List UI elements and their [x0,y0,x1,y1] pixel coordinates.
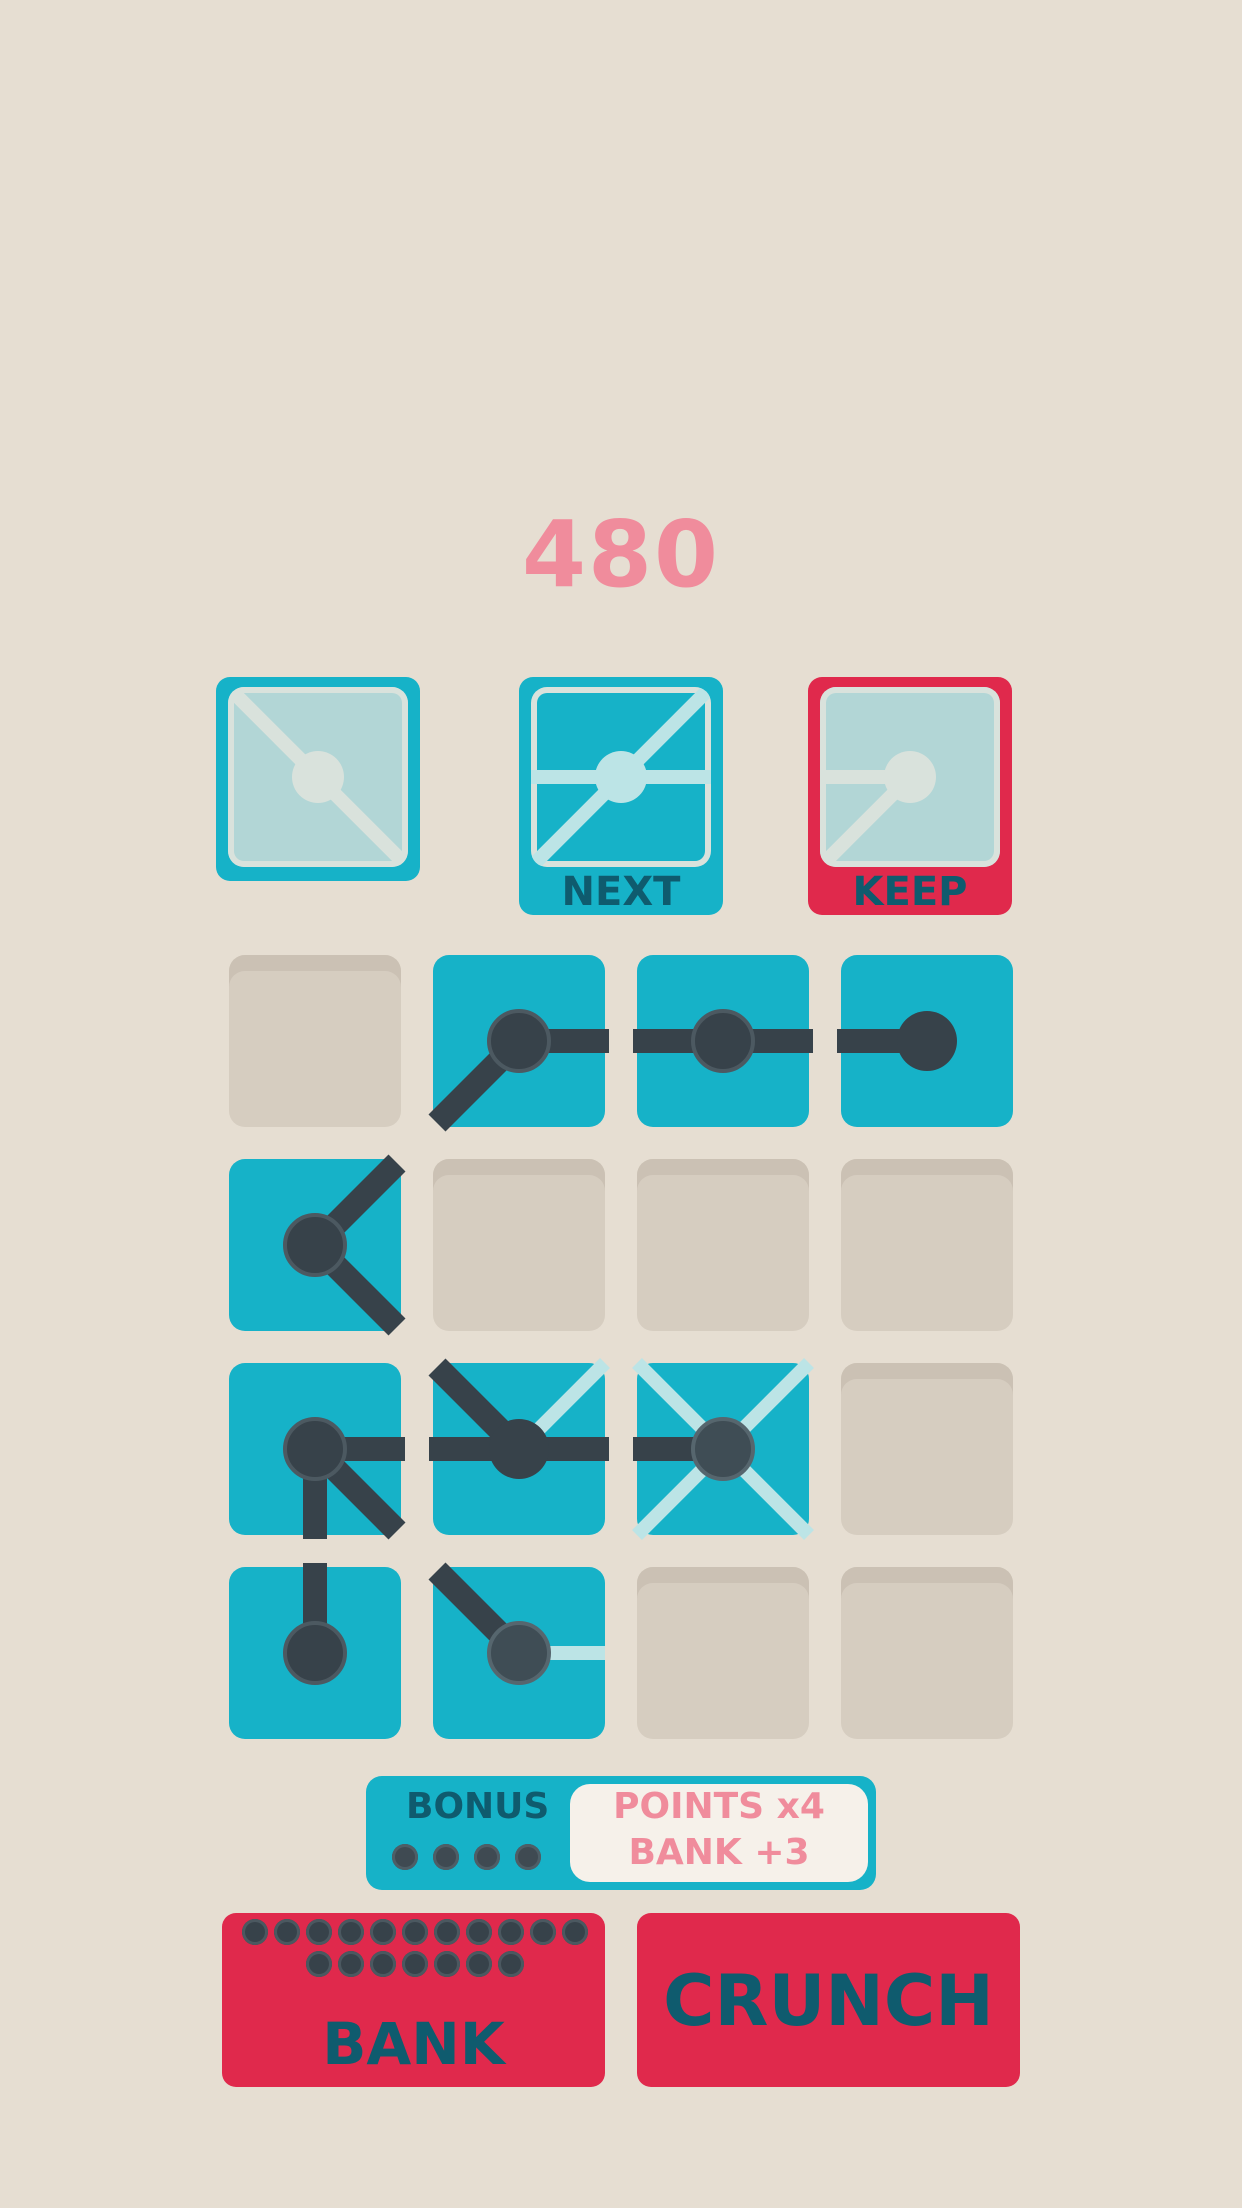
connector-icon [428,1009,609,1132]
connector-icon [837,1011,957,1071]
crunch-button[interactable]: CRUNCH [637,1913,1020,2087]
bank-dot [434,1951,460,1977]
grid-cell-2-0[interactable] [229,1363,406,1540]
bank-label: BANK [322,2010,505,2078]
grid-cell-1-3[interactable] [841,1159,1013,1331]
score-display: 480 [521,501,721,608]
grid-cell-2-1[interactable] [428,1358,610,1535]
grid-cell-0-1[interactable] [428,955,609,1132]
grid-cell-1-2[interactable] [637,1159,809,1331]
bonus-dot [433,1844,459,1870]
bank-dot [274,1919,300,1945]
keep-label: KEEP [852,869,968,915]
bonus-dot [515,1844,541,1870]
connector-icon [428,1562,605,1685]
bank-dot [498,1919,524,1945]
grid-cell-1-1[interactable] [433,1159,605,1331]
bank-dot [498,1951,524,1977]
bank-dot [562,1919,588,1945]
connector-icon [283,1563,347,1685]
bank-dot [242,1919,268,1945]
bonus-panel: BONUS POINTS x4 BANK +3 [366,1776,876,1890]
grid-cell-3-0[interactable] [229,1563,401,1739]
piece-pattern-icon [228,687,408,867]
keep-piece-card [820,687,1000,867]
bank-dot [338,1919,364,1945]
grid-cell-3-1[interactable] [428,1562,605,1739]
next-piece-card [531,687,711,867]
next-label: NEXT [561,869,681,915]
bank-dot [402,1919,428,1945]
bonus-dot [392,1844,418,1870]
bank-dot [370,1919,396,1945]
bank-dot [434,1919,460,1945]
piece-pattern-icon [820,751,936,867]
bonus-dot [474,1844,500,1870]
grid-cell-3-3[interactable] [841,1567,1013,1739]
bank-button[interactable]: BANK [222,1913,605,2087]
bank-dot [466,1919,492,1945]
next-piece-preview[interactable]: NEXT [519,677,723,915]
keep-piece-slot[interactable]: KEEP [808,677,1012,915]
grid-cell-0-3[interactable] [837,955,1013,1127]
bonus-label: BONUS [406,1786,550,1827]
connector-icon [632,1358,814,1540]
bank-dot [338,1951,364,1977]
bank-bonus: BANK +3 [628,1832,810,1873]
connector-icon [633,1009,813,1073]
bank-dot [370,1951,396,1977]
bank-dot [466,1951,492,1977]
connector-icon [283,1417,406,1540]
grid-cell-0-0[interactable] [229,955,401,1127]
current-piece-preview[interactable] [216,677,420,881]
bonus-info: POINTS x4 BANK +3 [570,1784,868,1882]
grid-cell-2-2[interactable] [632,1358,814,1540]
bank-dot [402,1951,428,1977]
connector-icon [428,1358,610,1479]
current-piece-card [228,687,408,867]
bank-dot [306,1919,332,1945]
connector-icon [283,1154,406,1336]
crunch-label: CRUNCH [663,1960,994,2042]
piece-pattern-icon [531,687,711,867]
bank-dot [530,1919,556,1945]
grid-cell-1-0[interactable] [229,1154,406,1336]
grid-cell-2-3[interactable] [841,1363,1013,1535]
points-multiplier: POINTS x4 [613,1786,825,1827]
bank-dot [306,1951,332,1977]
grid-cell-0-2[interactable] [633,955,813,1127]
grid-cell-3-2[interactable] [637,1567,809,1739]
